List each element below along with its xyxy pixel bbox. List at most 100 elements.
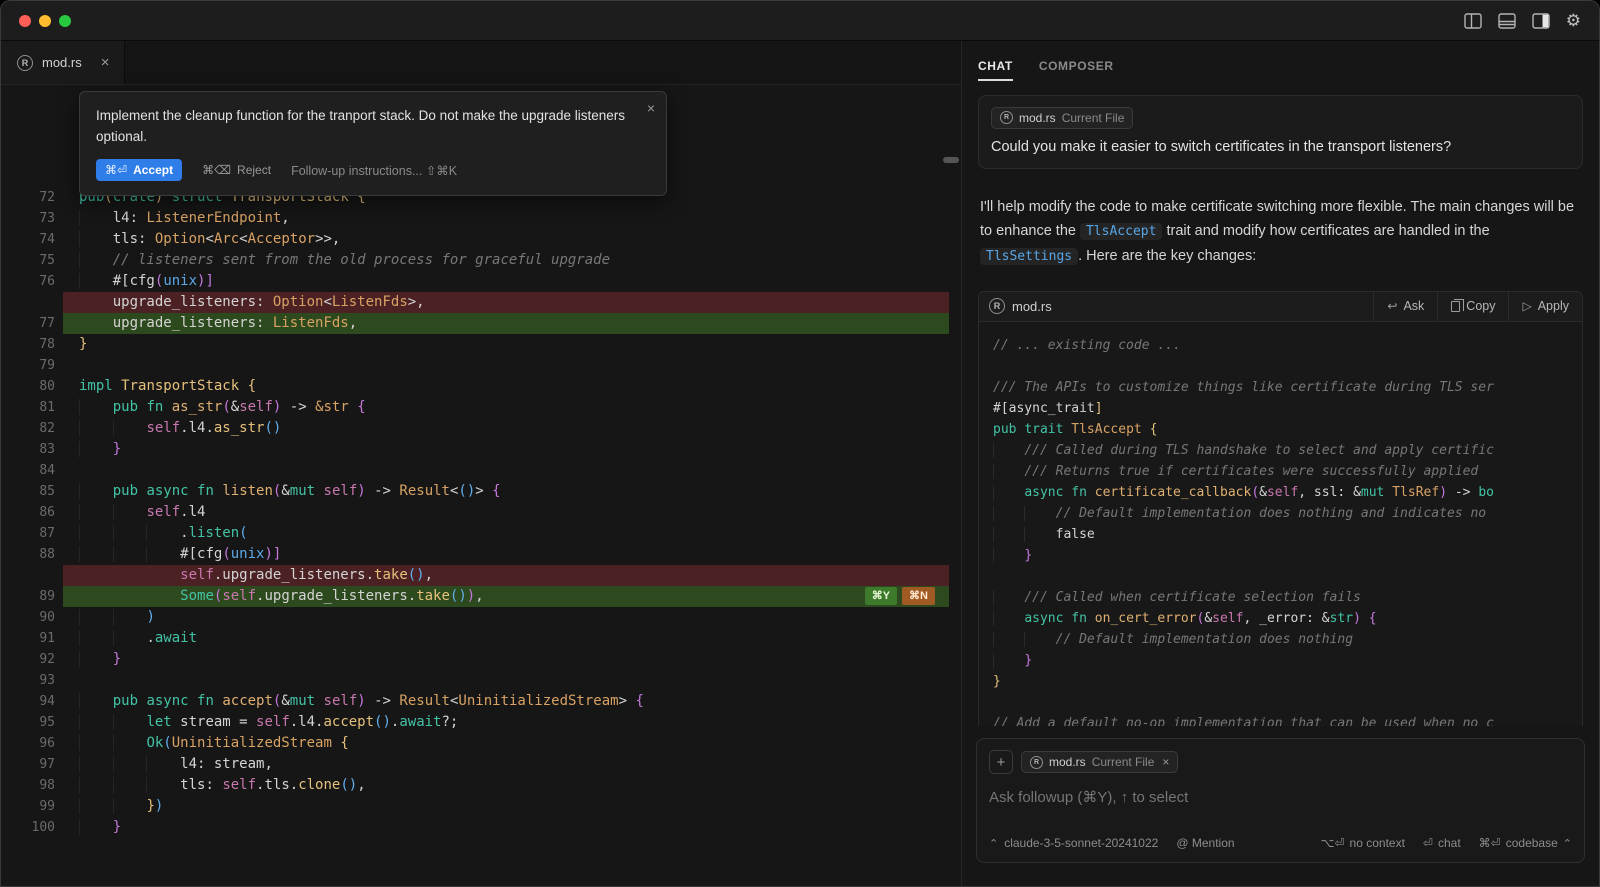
ask-arrow-icon: ↩ (1387, 299, 1397, 313)
add-context-button[interactable]: + (989, 750, 1013, 774)
context-chip[interactable]: R mod.rs Current File (991, 107, 1133, 129)
line-number: 79 (1, 355, 63, 376)
line-number: 74 (1, 229, 63, 250)
apply-play-icon: ▷ (1522, 299, 1531, 313)
code-line: false (993, 524, 1582, 545)
code-block-header: R mod.rs ↩AskCopy ▷ Apply (979, 292, 1582, 322)
reject-button[interactable]: ⌘⌫ Reject (202, 163, 271, 177)
code-line: async fn certificate_callback(&self, ssl… (993, 482, 1582, 503)
layout-sidebar-right-icon[interactable] (1532, 13, 1550, 29)
editor-pane: R mod.rs × Implement the cleanup functio… (1, 41, 961, 887)
chat-hint[interactable]: ⏎chat (1423, 836, 1461, 850)
input-chip-file: mod.rs (1049, 755, 1086, 769)
tab-composer[interactable]: COMPOSER (1039, 59, 1114, 81)
code-line: // ... existing code ... (993, 335, 1582, 356)
app-window: ⚙ R mod.rs × Implement the cleanup funct… (0, 0, 1600, 887)
settings-gear-icon[interactable]: ⚙ (1566, 12, 1581, 29)
code-line: 99 }) (1, 796, 949, 817)
code-line: /// Returns true if certificates were su… (993, 461, 1582, 482)
editor-tab-mod-rs[interactable]: R mod.rs × (1, 41, 125, 84)
shortcut-keys: ⏎ (1423, 836, 1433, 850)
code-line: 84 (1, 460, 949, 481)
inline-edit-actions: ⌘⏎ Accept ⌘⌫ Reject Follow-up instructio… (96, 159, 650, 181)
code-block-body[interactable]: // ... existing code ... /// The APIs to … (979, 322, 1582, 727)
chat-input-placeholder[interactable]: Ask followup (⌘Y), ↑ to select (989, 788, 1572, 806)
line-number: 76 (1, 271, 63, 292)
line-number: 91 (1, 628, 63, 649)
code-line: 91 .await (1, 628, 949, 649)
apply-button[interactable]: ▷ Apply (1508, 292, 1582, 321)
code-line: 97 l4: stream, (1, 754, 949, 775)
minimize-window-button[interactable] (39, 15, 51, 27)
editor-tabstrip: R mod.rs × (1, 41, 961, 85)
zoom-window-button[interactable] (59, 15, 71, 27)
rust-file-icon: R (989, 298, 1005, 314)
code-line: 73 l4: ListenerEndpoint, (1, 208, 949, 229)
copy-button[interactable]: Copy (1437, 292, 1508, 321)
accept-button[interactable]: ⌘⏎ Accept (96, 159, 182, 181)
code-line: } (993, 545, 1582, 566)
line-number: 75 (1, 250, 63, 271)
line-number: 97 (1, 754, 63, 775)
hint-label: no context (1350, 836, 1405, 850)
assistant-text-segment: . Here are the key changes: (1078, 248, 1256, 264)
chat-code-block: R mod.rs ↩AskCopy ▷ Apply // ... existing … (978, 291, 1583, 727)
line-number: 84 (1, 460, 63, 481)
diff-reject-badge[interactable]: ⌘N (902, 587, 935, 605)
model-selector[interactable]: ⌃ claude-3-5-sonnet-20241022 (989, 836, 1158, 850)
assistant-message-text: I'll help modify the code to make certif… (980, 195, 1581, 269)
diff-removed-line: upgrade_listeners: Option<ListenFds>, (1, 292, 949, 313)
layout-panel-icon[interactable] (1498, 13, 1516, 29)
code-line: } (993, 650, 1582, 671)
followup-instructions-link[interactable]: Follow-up instructions... ⇧⌘K (291, 163, 457, 178)
line-number: 80 (1, 376, 63, 397)
tab-chat[interactable]: CHAT (978, 59, 1013, 81)
input-context-chip[interactable]: R mod.rs Current File × (1021, 751, 1178, 773)
code-line: /// Called during TLS handshake to selec… (993, 440, 1582, 461)
code-block-file-label: mod.rs (1012, 299, 1052, 314)
inline-code-chip: TlsSettings (980, 248, 1078, 265)
line-number: 89 (1, 586, 63, 607)
code-line (993, 692, 1582, 713)
apply-label: Apply (1538, 299, 1569, 313)
hint-label: codebase (1506, 836, 1558, 850)
line-number: 82 (1, 418, 63, 439)
copy-icon (1451, 301, 1460, 312)
code-line: 95 let stream = self.l4.accept().await?; (1, 712, 949, 733)
editor-code[interactable]: 72pub(crate) struct TransportStack {73 l… (1, 187, 949, 838)
line-number: 88 (1, 544, 63, 565)
code-line: /// The APIs to customize things like ce… (993, 377, 1582, 398)
no-context-hint[interactable]: ⌥⏎ no context (1321, 836, 1405, 850)
line-number: 90 (1, 607, 63, 628)
code-line: 86 self.l4 (1, 502, 949, 523)
mention-button[interactable]: @ Mention (1176, 836, 1234, 850)
line-number: 94 (1, 691, 63, 712)
chevron-up-icon: ⌃ (989, 837, 998, 850)
chat-input-box[interactable]: + R mod.rs Current File × Ask followup (… (976, 738, 1585, 863)
line-number: 73 (1, 208, 63, 229)
close-window-button[interactable] (19, 15, 31, 27)
main-area: R mod.rs × Implement the cleanup functio… (1, 41, 1599, 887)
inline-code-chip: TlsAccept (1080, 223, 1162, 240)
diff-accept-badge[interactable]: ⌘Y (865, 587, 897, 605)
chat-pane: CHAT COMPOSER R mod.rs Current File Coul… (961, 41, 1599, 887)
code-line: // Add a default no-op implementation th… (993, 713, 1582, 727)
code-line: 76 #[cfg(unix)] (1, 271, 949, 292)
editor-scrollbar[interactable] (943, 157, 959, 163)
tab-close-icon[interactable]: × (101, 54, 110, 71)
code-line: 100 } (1, 817, 949, 838)
chat-scroll-area[interactable]: R mod.rs Current File Could you make it … (962, 89, 1599, 726)
line-number: 72 (1, 187, 63, 208)
ask-button[interactable]: ↩Ask (1373, 292, 1437, 321)
rust-file-icon: R (1030, 756, 1043, 769)
code-line: 78} (1, 334, 949, 355)
inline-edit-close-icon[interactable]: × (647, 100, 655, 116)
rust-file-icon: R (17, 55, 33, 71)
codebase-hint[interactable]: ⌘⏎codebase⌃ (1479, 836, 1572, 850)
layout-sidebar-icon[interactable] (1464, 13, 1482, 29)
line-number: 99 (1, 796, 63, 817)
chip-close-icon[interactable]: × (1162, 755, 1169, 769)
code-line: 96 Ok(UninitializedStream { (1, 733, 949, 754)
input-chip-badge: Current File (1092, 755, 1155, 769)
shortcut-keys: ⌥⏎ (1321, 836, 1345, 850)
